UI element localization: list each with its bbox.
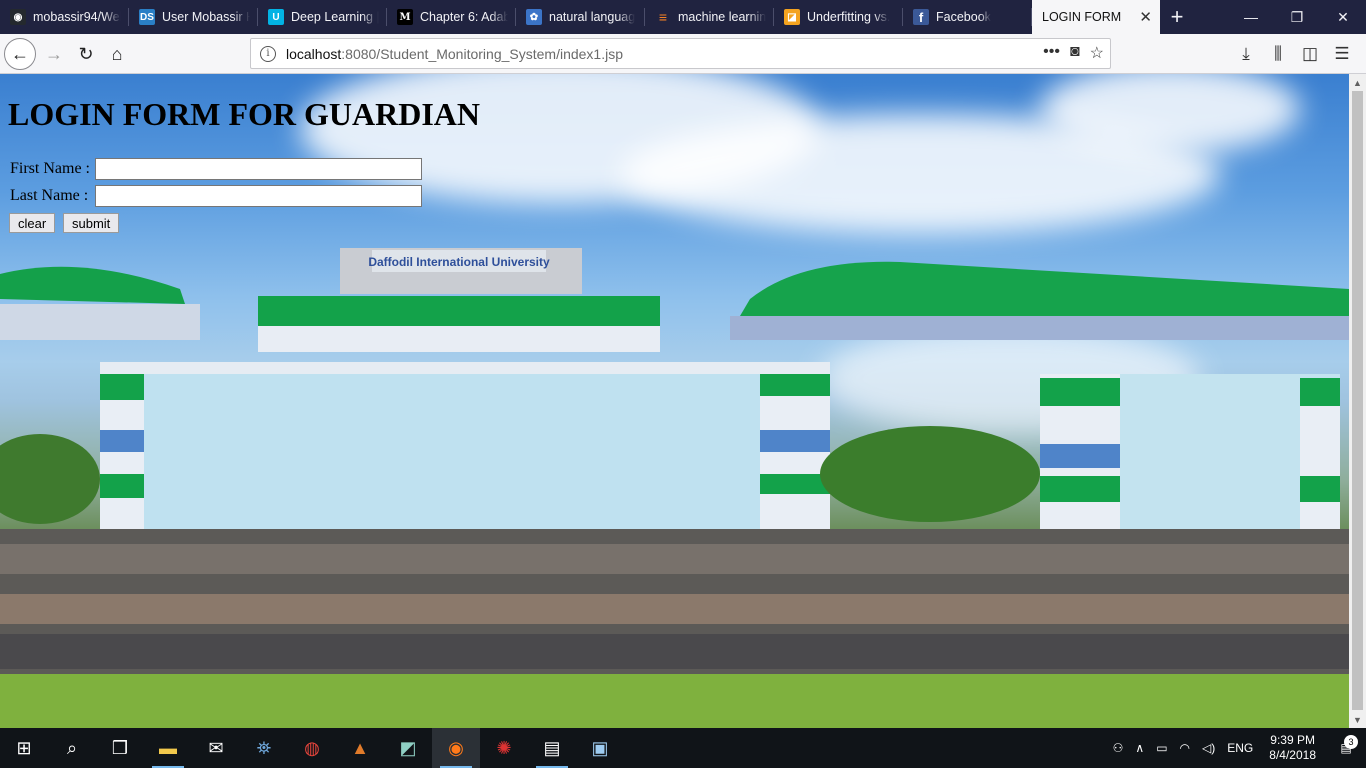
show-hidden-icon[interactable]: ∧ <box>1129 741 1150 755</box>
url-bar[interactable]: i localhost:8080/Student_Monitoring_Syst… <box>250 38 1111 69</box>
taskbar: ⊞ ⌕ ❒ ▬ ✉ ⛯ ◍ ▲ ◩ ◉ ✺ ▤ ▣ ⚇ ∧ ▭ ◠ ◁) ENG… <box>0 728 1366 768</box>
tab-title: Facebook <box>936 10 991 24</box>
vertical-scrollbar[interactable]: ▲ ▼ <box>1349 74 1366 728</box>
tab-stackexchange[interactable]: ✿ natural languag <box>516 0 645 34</box>
mail-icon[interactable]: ✉ <box>192 728 240 768</box>
sidebar-icon[interactable]: ◫ <box>1294 38 1326 70</box>
scroll-up-icon[interactable]: ▲ <box>1349 74 1366 91</box>
tab-title: LOGIN FORM <box>1042 10 1122 24</box>
tab-facebook[interactable]: f Facebook <box>903 0 1032 34</box>
tab-title: Chapter 6: Adab <box>420 10 508 24</box>
last-name-label: Last Name : <box>10 187 89 204</box>
tab-datascience[interactable]: DS User Mobassir H <box>129 0 258 34</box>
system-tray: ⚇ ∧ ▭ ◠ ◁) ENG 9:39 PM 8/4/2018 ▤ 3 <box>1107 728 1366 768</box>
file-explorer-icon[interactable]: ▬ <box>144 728 192 768</box>
forward-icon[interactable]: → <box>38 38 70 70</box>
window-close-icon[interactable]: ✕ <box>1320 0 1366 34</box>
github-icon: ◉ <box>10 9 26 25</box>
clock-time: 9:39 PM <box>1270 733 1315 747</box>
url-host: localhost <box>286 45 342 62</box>
box-icon[interactable]: ▣ <box>576 728 624 768</box>
url-actions: ••• ◙ ☆ <box>1043 43 1104 63</box>
tab-title: User Mobassir H <box>162 10 250 24</box>
spider-icon[interactable]: ✺ <box>480 728 528 768</box>
windows-start-icon[interactable]: ⊞ <box>0 728 48 768</box>
last-name-row: Last Name : <box>10 185 422 207</box>
notification-badge: 3 <box>1344 735 1358 749</box>
volume-icon[interactable]: ◁) <box>1196 741 1221 755</box>
tab-strip: ◉ mobassir94/Wel DS User Mobassir H U De… <box>0 0 1366 34</box>
home-icon[interactable]: ⌂ <box>101 38 133 70</box>
clock[interactable]: 9:39 PM 8/4/2018 <box>1259 733 1326 763</box>
blog-icon: ◪ <box>784 9 800 25</box>
clear-button[interactable]: clear <box>9 213 56 233</box>
page-viewport: Daffodil International University LOGIN … <box>0 74 1349 728</box>
page-title: LOGIN FORM FOR GUARDIAN <box>8 96 480 132</box>
url-path: :8080/Student_Monitoring_System/index1.j… <box>341 45 623 62</box>
first-name-input[interactable] <box>95 158 422 180</box>
tab-title: machine learnin <box>678 10 766 24</box>
scroll-thumb[interactable] <box>1352 91 1363 710</box>
language-indicator[interactable]: ENG <box>1221 741 1259 755</box>
first-name-label: First Name : <box>10 160 90 177</box>
notification-icon[interactable]: ▤ 3 <box>1326 735 1366 755</box>
tab-udacity[interactable]: U Deep Learning | <box>258 0 387 34</box>
stackexchange-icon: ✿ <box>526 9 542 25</box>
scroll-down-icon[interactable]: ▼ <box>1349 711 1366 728</box>
library-icon[interactable]: ⫼ <box>1262 38 1294 70</box>
facebook-icon: f <box>913 9 929 25</box>
first-name-row: First Name : <box>10 158 422 180</box>
medium-icon: M <box>397 9 413 25</box>
submit-button[interactable]: submit <box>63 213 120 233</box>
restore-icon[interactable]: ❐ <box>1274 0 1320 34</box>
clock-date: 8/4/2018 <box>1269 748 1316 762</box>
tab-github[interactable]: ◉ mobassir94/Wel <box>0 0 129 34</box>
battery-icon[interactable]: ▭ <box>1150 741 1173 755</box>
datascience-icon: DS <box>139 9 155 25</box>
site-info-icon[interactable]: i <box>260 45 276 62</box>
tab-stackoverflow[interactable]: ≡ machine learnin <box>645 0 774 34</box>
network-app-icon[interactable]: ⛯ <box>240 728 288 768</box>
tab-medium[interactable]: M Chapter 6: Adab <box>387 0 516 34</box>
back-icon[interactable]: ← <box>4 38 36 70</box>
tab-login-form[interactable]: LOGIN FORM ✕ <box>1032 0 1160 34</box>
window-controls: — ❐ ✕ <box>1228 0 1366 34</box>
search-icon[interactable]: ⌕ <box>48 728 96 768</box>
tab-title: Underfitting vs. <box>807 10 891 24</box>
toolbar-right: ⤓ ⫼ ◫ ☰ <box>1230 38 1358 70</box>
bookmark-star-icon[interactable]: ☆ <box>1090 43 1104 63</box>
chrome-icon[interactable]: ◍ <box>288 728 336 768</box>
menu-icon[interactable]: ☰ <box>1326 38 1358 70</box>
window-app-icon[interactable]: ▤ <box>528 728 576 768</box>
stackoverflow-icon: ≡ <box>658 9 668 25</box>
matlab-icon[interactable]: ▲ <box>336 728 384 768</box>
notepadpp-icon[interactable]: ◩ <box>384 728 432 768</box>
navigation-bar: ← → ↻ ⌂ i localhost:8080/Student_Monitor… <box>0 34 1366 74</box>
university-sign: Daffodil International University <box>368 255 550 269</box>
task-view-icon[interactable]: ❒ <box>96 728 144 768</box>
wifi-icon[interactable]: ◠ <box>1174 741 1196 755</box>
tab-title: Deep Learning | <box>291 10 379 24</box>
new-tab-icon[interactable]: + <box>1160 0 1194 34</box>
pocket-icon[interactable]: ◙ <box>1070 43 1080 63</box>
people-icon[interactable]: ⚇ <box>1107 741 1130 755</box>
tab-blog[interactable]: ◪ Underfitting vs. <box>774 0 903 34</box>
download-icon[interactable]: ⤓ <box>1230 38 1262 70</box>
tab-title: natural languag <box>549 10 636 24</box>
last-name-input[interactable] <box>95 185 422 207</box>
minimize-icon[interactable]: — <box>1228 0 1274 34</box>
firefox-icon[interactable]: ◉ <box>432 728 480 768</box>
udacity-icon: U <box>268 9 284 25</box>
reload-icon[interactable]: ↻ <box>70 38 102 70</box>
tab-title: mobassir94/Wel <box>33 10 121 24</box>
close-icon[interactable]: ✕ <box>1139 8 1152 26</box>
page-actions-icon[interactable]: ••• <box>1043 43 1060 63</box>
